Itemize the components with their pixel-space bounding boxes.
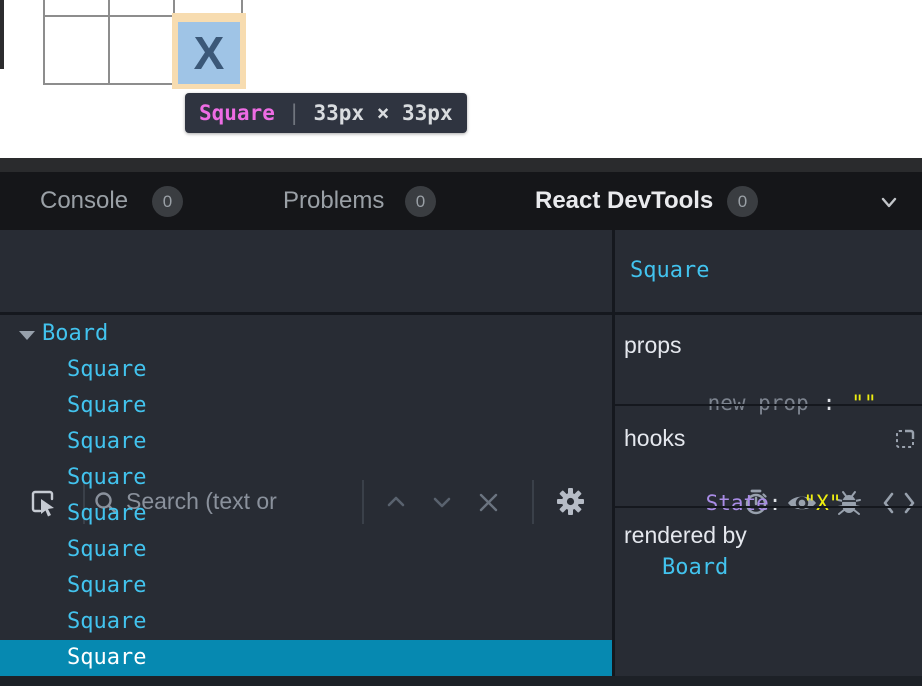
tree-row-square[interactable]: Square (0, 496, 612, 532)
new-prop-row[interactable]: new prop:"" (657, 367, 877, 391)
board-grid-line (43, 0, 45, 85)
tree-row-square[interactable]: Square (0, 424, 612, 460)
tree-row-board[interactable]: Board (0, 316, 612, 352)
selected-component-title: Square (630, 230, 709, 312)
toolbar-bottom-border (0, 312, 922, 315)
devtools-screen: X Square | 33px × 33px Console 0 Problem… (0, 0, 922, 686)
tree-row-square[interactable]: Square (0, 604, 612, 640)
tooltip-dimensions: 33px × 33px (314, 101, 453, 125)
hooks-section-header: hooks (624, 426, 685, 450)
state-hook-row[interactable]: State:"X" (655, 467, 841, 491)
tree-item-label[interactable]: Square (67, 532, 146, 568)
tree-row-square[interactable]: Square (0, 532, 612, 568)
section-divider (615, 404, 922, 406)
tree-item-label[interactable]: Board (42, 316, 108, 352)
inspect-overlay-tooltip: Square | 33px × 33px (185, 93, 467, 133)
colon: : (823, 391, 836, 415)
tree-row-square-selected[interactable]: Square (0, 640, 612, 676)
tree-item-label[interactable]: Square (67, 388, 146, 424)
tree-item-label[interactable]: Square (67, 496, 146, 532)
tooltip-component-name: Square (199, 101, 275, 125)
tree-item-label[interactable]: Square (67, 604, 146, 640)
tree-item-label[interactable]: Square (67, 424, 146, 460)
console-count-badge: 0 (152, 186, 183, 217)
tree-row-square[interactable]: Square (0, 388, 612, 424)
rendered-by-section-header: rendered by (624, 523, 747, 547)
colon: : (769, 491, 782, 515)
new-prop-value[interactable]: "" (851, 391, 876, 415)
react-devtools-count-badge: 0 (727, 186, 758, 217)
tab-console[interactable]: Console (40, 172, 128, 230)
tab-problems[interactable]: Problems (283, 172, 384, 230)
hook-name: State (706, 491, 769, 515)
board-cell-value: X (194, 26, 225, 80)
inspected-square-cell[interactable]: X (178, 22, 240, 84)
page-edge-strip (0, 0, 4, 69)
problems-count-badge: 0 (405, 186, 436, 217)
page-viewport: X Square | 33px × 33px (0, 0, 922, 158)
drawer-tab-bar: Console 0 Problems 0 React DevTools 0 (0, 172, 922, 230)
tree-row-square[interactable]: Square (0, 460, 612, 496)
tree-item-label[interactable]: Square (67, 568, 146, 604)
tree-row-square[interactable]: Square (0, 568, 612, 604)
tab-react-devtools[interactable]: React DevTools (535, 172, 713, 230)
section-divider (615, 506, 922, 508)
drawer-resize-strip[interactable] (0, 158, 922, 172)
react-devtools-toolbar: Search (text or (0, 230, 922, 312)
tooltip-separator: | (288, 101, 301, 125)
rendered-by-link-board[interactable]: Board (662, 556, 728, 580)
props-section-header: props (624, 333, 682, 357)
view-source-icon[interactable] (882, 492, 916, 514)
tree-item-label[interactable]: Square (67, 640, 146, 676)
parse-hook-names-icon[interactable] (893, 427, 917, 451)
board-grid-line (108, 0, 110, 85)
bottom-scrollbar-strip[interactable] (0, 676, 922, 686)
tree-item-label[interactable]: Square (67, 352, 146, 388)
hook-value[interactable]: "X" (803, 491, 841, 515)
chevron-down-icon[interactable] (876, 189, 902, 215)
tree-row-square[interactable]: Square (0, 352, 612, 388)
tree-item-label[interactable]: Square (67, 460, 146, 496)
expander-triangle-icon[interactable] (19, 331, 35, 340)
panel-divider[interactable] (612, 230, 615, 676)
new-prop-key-input[interactable]: new prop (708, 391, 809, 415)
